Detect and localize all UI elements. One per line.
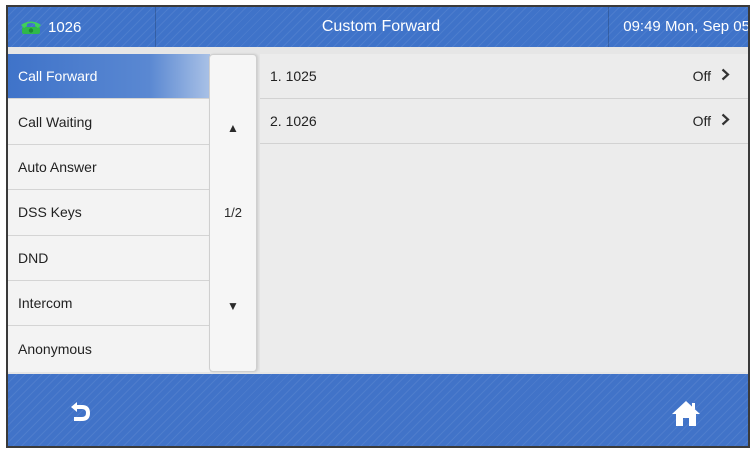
back-arrow-icon[interactable]	[64, 398, 96, 430]
account-list: 1. 1025 Off 2. 1026 Off	[260, 54, 748, 372]
menu-item-dss-keys[interactable]: DSS Keys	[8, 190, 210, 236]
menu-item-label: DSS Keys	[18, 204, 82, 221]
status-bar: 1026 Custom Forward 09:49 Mon, Sep 05	[8, 7, 748, 47]
forward-status: Off	[692, 113, 711, 129]
softkey-bar	[8, 374, 748, 446]
handset-icon	[21, 21, 41, 34]
menu-item-auto-answer[interactable]: Auto Answer	[8, 145, 210, 191]
menu-item-anonymous[interactable]: Anonymous	[8, 326, 210, 371]
home-icon[interactable]	[670, 397, 702, 429]
list-item[interactable]: 1. 1025 Off	[260, 54, 748, 99]
page-up-icon[interactable]: ▲	[210, 121, 256, 135]
menu-item-call-forward[interactable]: Call Forward	[8, 54, 210, 100]
list-item[interactable]: 2. 1026 Off	[260, 99, 748, 144]
account-indicator[interactable]: 1026	[8, 7, 156, 47]
menu-item-label: DND	[18, 249, 49, 266]
page-down-icon[interactable]: ▼	[210, 299, 256, 313]
menu-item-label: Anonymous	[18, 341, 92, 358]
menu-item-dnd[interactable]: DND	[8, 236, 210, 281]
chevron-right-icon	[721, 68, 730, 85]
menu-item-intercom[interactable]: Intercom	[8, 281, 210, 327]
chevron-right-icon	[721, 113, 730, 130]
clock: 09:49 Mon, Sep 05	[608, 7, 748, 47]
phone-screen: 1026 Custom Forward 09:49 Mon, Sep 05 Ca…	[6, 5, 750, 448]
settings-menu: Call Forward Call Waiting Auto Answer DS…	[8, 54, 210, 372]
menu-item-call-waiting[interactable]: Call Waiting	[8, 99, 210, 145]
menu-item-label: Auto Answer	[18, 158, 97, 175]
account-label: 1. 1025	[270, 68, 317, 84]
account-label: 2. 1026	[270, 113, 317, 129]
menu-item-label: Intercom	[18, 295, 73, 312]
menu-item-label: Call Waiting	[18, 113, 93, 130]
page-scroller[interactable]: ▲ 1/2 ▼	[209, 54, 257, 372]
forward-status: Off	[692, 68, 711, 84]
page-title: Custom Forward	[321, 18, 441, 35]
page-indicator: 1/2	[223, 205, 243, 220]
account-label: 1026	[48, 18, 82, 36]
menu-item-label: Call Forward	[18, 68, 98, 85]
